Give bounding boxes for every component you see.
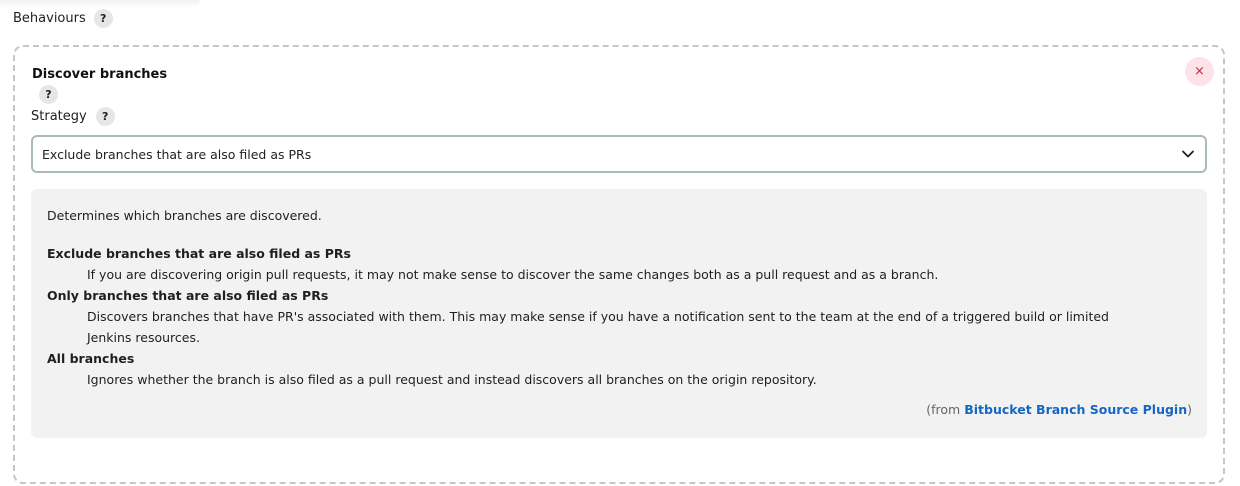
strategy-help-icon[interactable]: ? — [95, 106, 115, 126]
discover-branches-help-icon[interactable]: ? — [39, 85, 58, 104]
close-icon[interactable]: × — [1185, 57, 1214, 86]
behaviours-help-icon[interactable]: ? — [93, 8, 113, 28]
plugin-attribution: (from Bitbucket Branch Source Plugin) — [926, 402, 1192, 417]
option-term-only: Only branches that are also filed as PRs — [47, 288, 329, 303]
behaviours-label: Behaviours — [13, 10, 86, 26]
strategy-row: Strategy ? — [31, 106, 115, 126]
chevron-down-icon — [1182, 150, 1194, 158]
plugin-link[interactable]: Bitbucket Branch Source Plugin — [964, 402, 1187, 417]
behaviours-header: Behaviours ? — [13, 8, 113, 28]
strategy-select[interactable]: Exclude branches that are also filed as … — [31, 135, 1207, 173]
help-intro: Determines which branches are discovered… — [47, 208, 322, 223]
discover-branches-title: Discover branches — [32, 67, 168, 82]
option-term-exclude: Exclude branches that are also filed as … — [47, 246, 351, 261]
option-desc-all: Ignores whether the branch is also filed… — [87, 372, 817, 387]
top-shadow — [0, 0, 200, 8]
discover-branches-card: Discover branches ? × Strategy ? Exclude… — [13, 45, 1225, 484]
strategy-help-panel: Determines which branches are discovered… — [31, 189, 1207, 438]
attribution-suffix: ) — [1187, 402, 1192, 417]
strategy-select-value: Exclude branches that are also filed as … — [42, 146, 312, 162]
attribution-prefix: (from — [926, 402, 965, 417]
strategy-label: Strategy — [31, 108, 87, 124]
option-desc-only: Discovers branches that have PR's associ… — [87, 309, 1109, 345]
option-desc-exclude: If you are discovering origin pull reque… — [87, 267, 939, 282]
option-term-all: All branches — [47, 351, 135, 366]
